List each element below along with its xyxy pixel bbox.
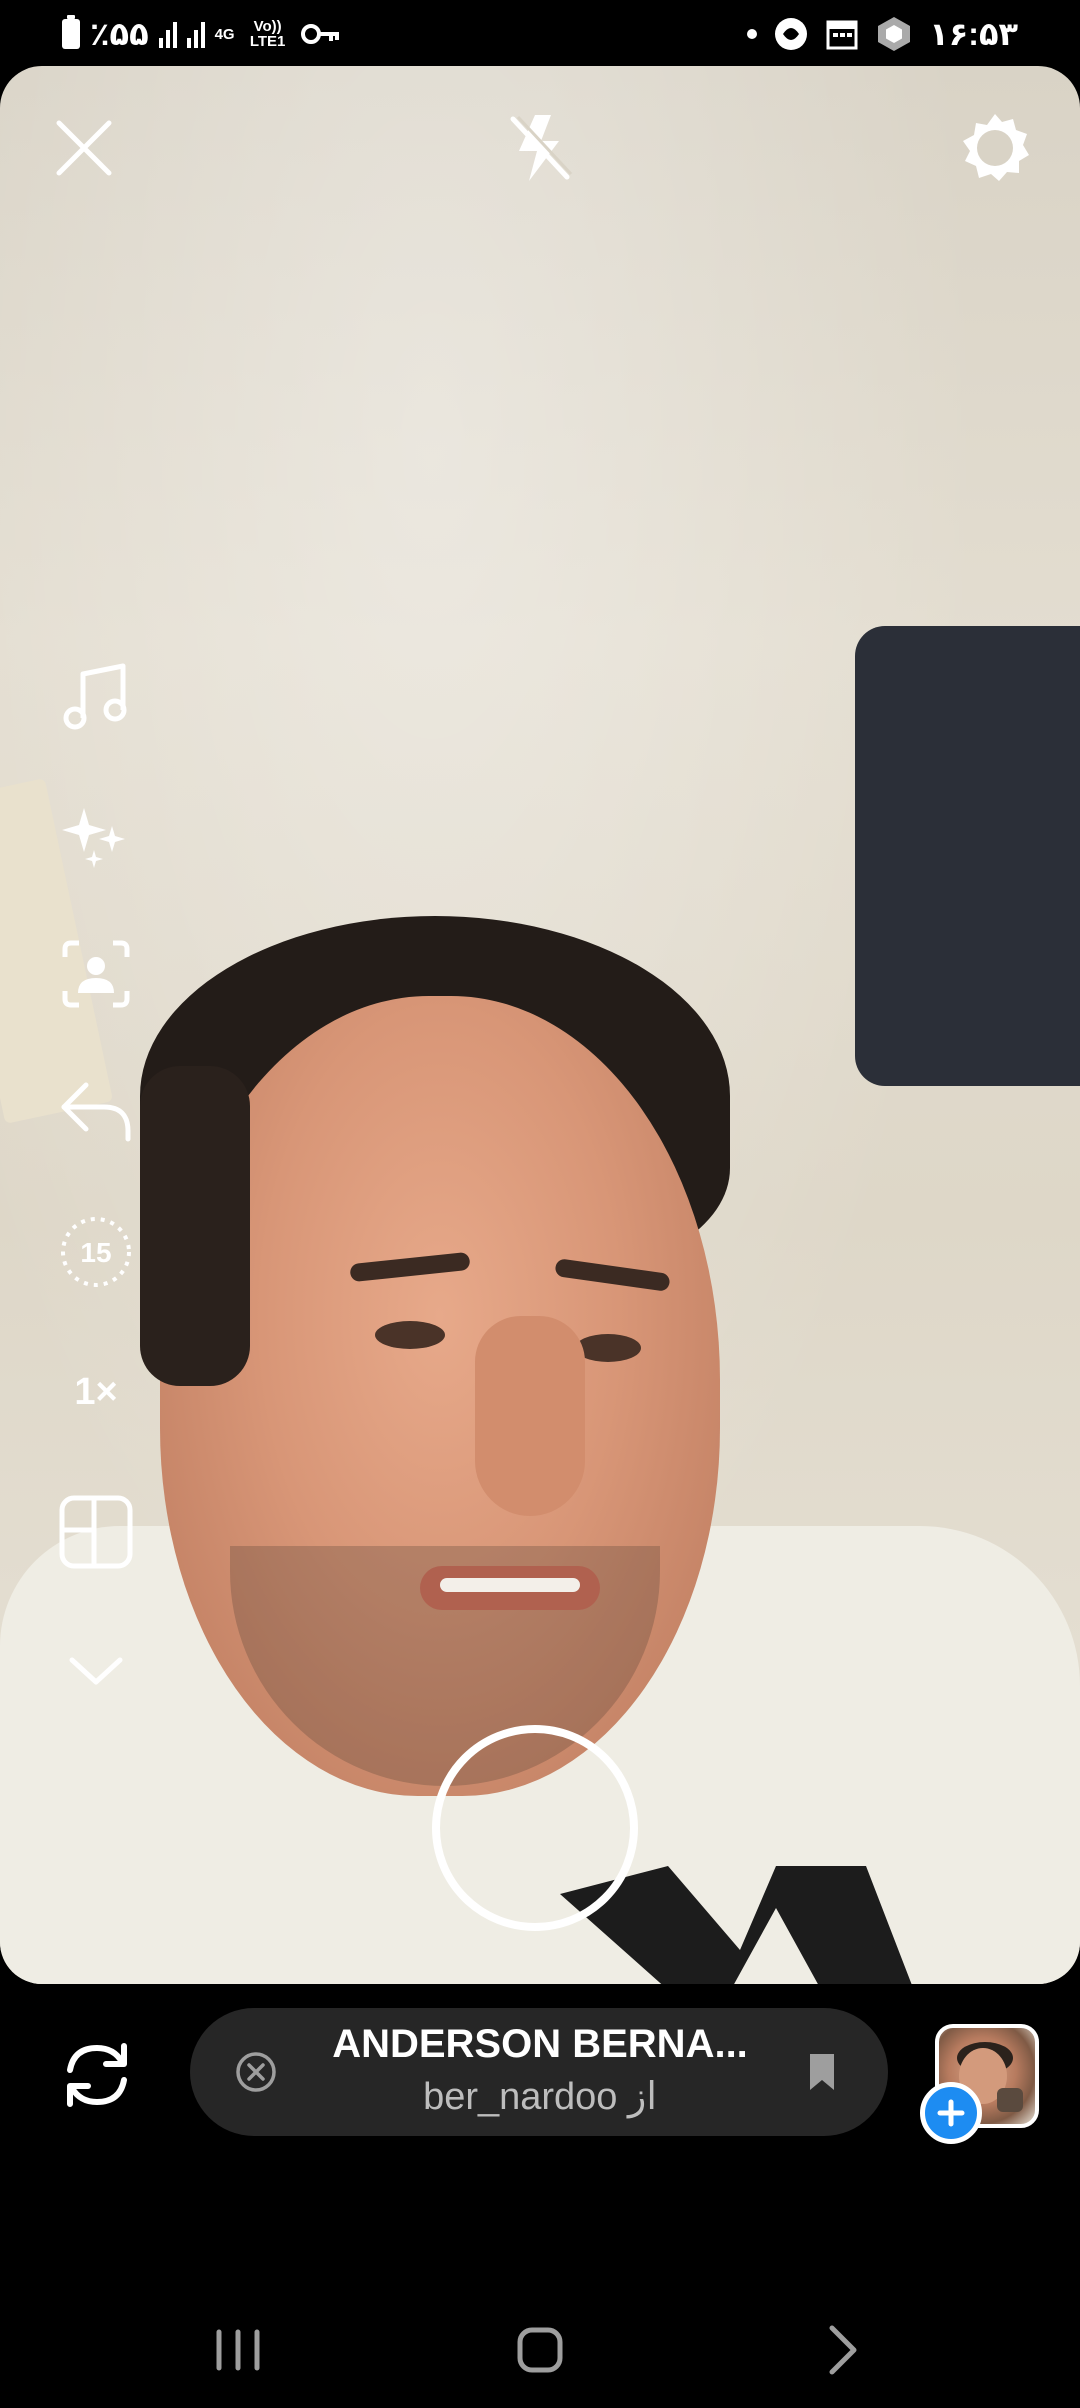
subject-teeth <box>440 1578 580 1592</box>
gear-icon <box>963 114 1029 181</box>
layout-button[interactable] <box>50 1486 142 1578</box>
flip-camera-button[interactable] <box>52 2030 142 2120</box>
flash-toggle-button[interactable] <box>500 108 580 188</box>
camera-viewfinder[interactable] <box>0 66 1080 1984</box>
network-type: 4G <box>214 25 235 43</box>
app-notification-icon <box>775 18 808 50</box>
remove-circle-icon[interactable] <box>232 2048 280 2096</box>
selected-music-pill[interactable]: ANDERSON BERNA... ber_nardoo از <box>190 2008 888 2136</box>
zoom-label: 1× <box>74 1370 118 1413</box>
portrait-frame-icon <box>62 940 130 1008</box>
signal-icon <box>158 20 177 48</box>
layout-grid-icon <box>59 1495 133 1569</box>
signal-icon-2 <box>186 20 205 48</box>
more-tools-button[interactable] <box>50 1624 142 1716</box>
sparkles-icon <box>62 808 125 868</box>
flip-camera-icon <box>67 2043 127 2107</box>
music-button[interactable] <box>50 650 142 742</box>
capture-button[interactable] <box>432 1725 638 1931</box>
home-icon <box>517 2327 563 2373</box>
background-sofa <box>855 626 1080 1086</box>
back-button[interactable] <box>802 2310 882 2390</box>
touch-up-button[interactable] <box>50 928 142 1020</box>
settings-button[interactable] <box>955 108 1035 188</box>
subject-sideburn <box>140 1066 250 1386</box>
calendar-icon <box>826 20 858 50</box>
music-title: ANDERSON BERNA... <box>332 2022 748 2066</box>
home-button[interactable] <box>500 2310 580 2390</box>
recent-apps-icon <box>216 2329 260 2371</box>
status-bar: ٪۵۵ 4G Vo)) LTE1 ۱۶:۵۳ <box>0 0 1080 66</box>
notification-dot <box>747 29 758 39</box>
plus-icon <box>937 2099 965 2127</box>
undo-button[interactable] <box>50 1065 142 1157</box>
effects-button[interactable] <box>50 790 142 882</box>
zoom-button[interactable]: 1× <box>50 1346 142 1438</box>
close-button[interactable] <box>44 108 124 188</box>
recent-apps-button[interactable] <box>198 2310 278 2390</box>
close-icon <box>56 120 112 176</box>
status-right: ۱۶:۵۳ <box>747 14 1018 54</box>
music-note-icon <box>63 663 127 730</box>
vpn-key-icon <box>300 24 339 44</box>
timer-icon: 15 <box>61 1217 131 1287</box>
clock: ۱۶:۵۳ <box>929 16 1018 52</box>
bookmark-icon[interactable] <box>798 2048 846 2096</box>
status-left: ٪۵۵ 4G Vo)) LTE1 <box>62 14 341 54</box>
flash-off-icon <box>510 115 573 181</box>
subject-eye-left <box>375 1321 445 1349</box>
undo-arrow-icon <box>61 1082 131 1142</box>
chevron-right-icon <box>829 2325 857 2375</box>
battery-icon <box>62 15 80 49</box>
battery-percent: ٪۵۵ <box>90 16 149 52</box>
add-story-button[interactable] <box>920 2082 982 2144</box>
volte-indicator: Vo)) LTE1 <box>249 18 286 50</box>
system-navigation-bar <box>0 2290 1080 2408</box>
chevron-down-icon <box>69 1657 123 1685</box>
hexagon-app-icon <box>878 17 911 51</box>
music-artist: ber_nardoo از <box>423 2076 657 2118</box>
subject-nose <box>475 1316 585 1516</box>
timer-label: 15 <box>80 1237 111 1268</box>
timer-button[interactable]: 15 <box>50 1206 142 1298</box>
